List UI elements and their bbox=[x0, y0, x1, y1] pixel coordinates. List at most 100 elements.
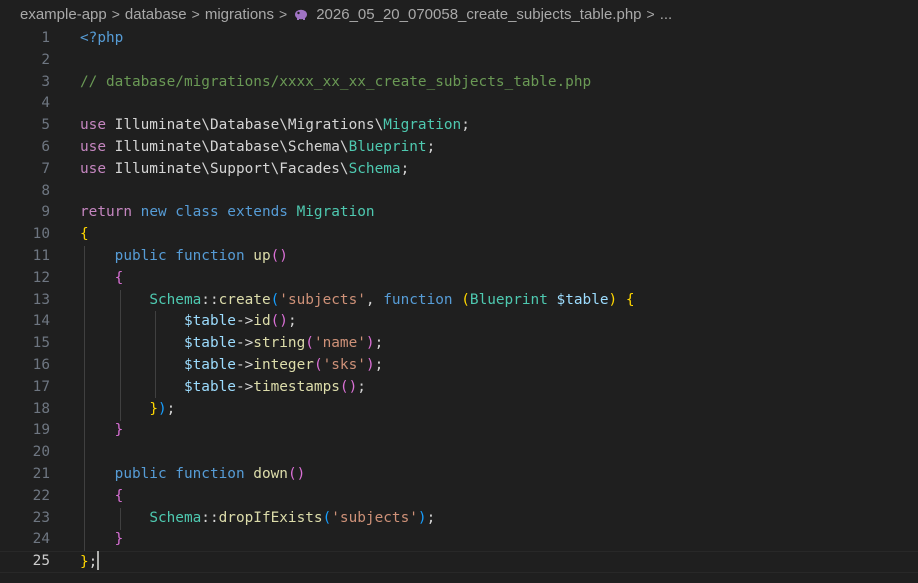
code-token: Blueprint bbox=[348, 139, 427, 155]
code-text[interactable]: <?php bbox=[80, 28, 123, 50]
code-token: new class extends bbox=[140, 204, 297, 221]
code-token: function bbox=[383, 291, 462, 308]
code-token: { bbox=[625, 291, 635, 308]
chevron-right-icon: > bbox=[191, 6, 200, 22]
code-line[interactable]: 4 bbox=[0, 93, 918, 115]
code-token: () bbox=[270, 313, 288, 330]
code-token: id bbox=[253, 313, 271, 330]
line-number: 2 bbox=[41, 51, 50, 68]
code-text[interactable]: use Illuminate\Database\Migrations\Migra… bbox=[80, 115, 470, 137]
line-number: 24 bbox=[32, 531, 50, 548]
line-number: 12 bbox=[32, 269, 50, 286]
code-token: } bbox=[114, 531, 124, 548]
code-line[interactable]: 23 Schema::dropIfExists('subjects'); bbox=[0, 508, 918, 530]
code-text[interactable]: { bbox=[80, 224, 89, 246]
breadcrumb-item-database[interactable]: database bbox=[125, 6, 187, 23]
code-text[interactable]: $table->integer('sks'); bbox=[80, 355, 383, 377]
code-token: down bbox=[253, 466, 288, 482]
line-number: 20 bbox=[32, 444, 50, 461]
code-token: return bbox=[80, 204, 141, 221]
code-line[interactable]: 25}; bbox=[0, 551, 918, 573]
code-line[interactable]: 18 }); bbox=[0, 399, 918, 421]
breadcrumb-item-project[interactable]: example-app bbox=[20, 6, 107, 23]
line-number: 18 bbox=[32, 400, 50, 417]
code-token: Migration bbox=[383, 117, 462, 134]
code-text[interactable]: $table->string('name'); bbox=[80, 333, 383, 355]
breadcrumb-item-file[interactable]: 2026_05_20_070058_create_subjects_table.… bbox=[316, 6, 641, 23]
code-text[interactable]: }; bbox=[80, 551, 100, 574]
line-number: 10 bbox=[32, 226, 50, 243]
code-token: Illuminate\Database\Migrations\ bbox=[114, 117, 384, 134]
breadcrumb-item-more[interactable]: ... bbox=[660, 6, 673, 23]
line-number: 17 bbox=[32, 378, 50, 395]
code-text[interactable]: { bbox=[80, 486, 124, 508]
line-number: 14 bbox=[32, 313, 50, 330]
chevron-right-icon: > bbox=[111, 6, 120, 22]
code-text[interactable]: public function up() bbox=[80, 246, 288, 268]
line-number: 1 bbox=[41, 30, 50, 46]
code-line[interactable]: 5 use Illuminate\Database\Migrations\Migr… bbox=[0, 115, 918, 137]
breadcrumb-item-migrations[interactable]: migrations bbox=[205, 6, 274, 23]
code-text[interactable]: Schema::dropIfExists('subjects'); bbox=[80, 508, 435, 530]
code-line[interactable]: 10 { bbox=[0, 224, 918, 246]
code-line[interactable]: 24 } bbox=[0, 529, 918, 551]
code-token: ) bbox=[365, 335, 375, 352]
code-token: ; bbox=[88, 554, 98, 571]
code-token: use bbox=[80, 160, 115, 177]
code-token: ( bbox=[461, 291, 470, 308]
code-text[interactable]: use Illuminate\Database\Schema\Blueprint… bbox=[80, 137, 435, 159]
code-line[interactable]: 17 $table->timestamps(); bbox=[0, 377, 918, 399]
chevron-right-icon: > bbox=[279, 6, 288, 22]
code-line[interactable]: 14 $table->id(); bbox=[0, 311, 918, 333]
code-line[interactable]: 13 Schema::create('subjects', function (… bbox=[0, 290, 918, 312]
code-token: ; bbox=[374, 335, 384, 352]
code-text[interactable]: { bbox=[80, 268, 124, 290]
code-line[interactable]: 20 bbox=[0, 442, 918, 464]
code-token: :: bbox=[201, 291, 219, 308]
code-text[interactable]: } bbox=[80, 529, 124, 551]
code-token: ; bbox=[357, 378, 366, 395]
code-editor[interactable]: 1 <?php 2 3// database/migrations/xxxx_xx_x… bbox=[0, 28, 918, 583]
code-line[interactable]: 15 $table->string('name'); bbox=[0, 333, 918, 355]
code-text[interactable]: $table->id(); bbox=[80, 311, 297, 333]
code-token: dropIfExists bbox=[218, 509, 323, 526]
code-line[interactable]: 21 public function down() bbox=[0, 464, 918, 486]
code-line[interactable]: 7 use Illuminate\Support\Facades\Schema; bbox=[0, 159, 918, 181]
code-text[interactable]: } bbox=[80, 420, 124, 442]
code-text[interactable]: return new class extends Migration bbox=[80, 202, 375, 224]
code-token: ( bbox=[313, 357, 323, 373]
code-token: $table bbox=[183, 357, 236, 373]
line-number: 11 bbox=[32, 248, 50, 264]
code-line[interactable]: 2 bbox=[0, 50, 918, 72]
code-line[interactable]: 11 public function up() bbox=[0, 246, 918, 268]
code-token: public function bbox=[114, 248, 254, 264]
code-line[interactable]: 22 { bbox=[0, 486, 918, 508]
code-text[interactable]: }); bbox=[80, 399, 175, 421]
line-number: 25 bbox=[32, 553, 50, 570]
code-line[interactable]: 9 return new class extends Migration bbox=[0, 202, 918, 224]
code-text[interactable]: use Illuminate\Support\Facades\Schema; bbox=[80, 159, 409, 181]
code-token: -> bbox=[235, 378, 254, 395]
code-text[interactable]: Schema::create('subjects', function (Blu… bbox=[80, 290, 635, 312]
code-text[interactable]: // database/migrations/xxxx_xx_xx_create… bbox=[80, 72, 591, 94]
code-line[interactable]: 6 use Illuminate\Database\Schema\Blueprin… bbox=[0, 137, 918, 159]
code-token: use bbox=[80, 117, 115, 134]
code-text[interactable]: $table->timestamps(); bbox=[80, 377, 366, 399]
code-line[interactable]: 19 } bbox=[0, 420, 918, 442]
code-token: <?php bbox=[80, 30, 124, 46]
code-token: $table bbox=[556, 291, 609, 308]
code-token: timestamps bbox=[253, 378, 340, 395]
text-cursor bbox=[97, 551, 100, 571]
code-line[interactable]: 3 // database/migrations/xxxx_xx_xx_creat… bbox=[0, 72, 918, 94]
code-text[interactable]: public function down() bbox=[80, 464, 306, 486]
code-line[interactable]: 1 <?php bbox=[0, 28, 918, 50]
code-line[interactable]: 8 bbox=[0, 181, 918, 203]
code-line[interactable]: 12 { bbox=[0, 268, 918, 290]
code-line[interactable]: 16 $table->integer('sks'); bbox=[0, 355, 918, 377]
code-token: ) bbox=[417, 509, 427, 526]
